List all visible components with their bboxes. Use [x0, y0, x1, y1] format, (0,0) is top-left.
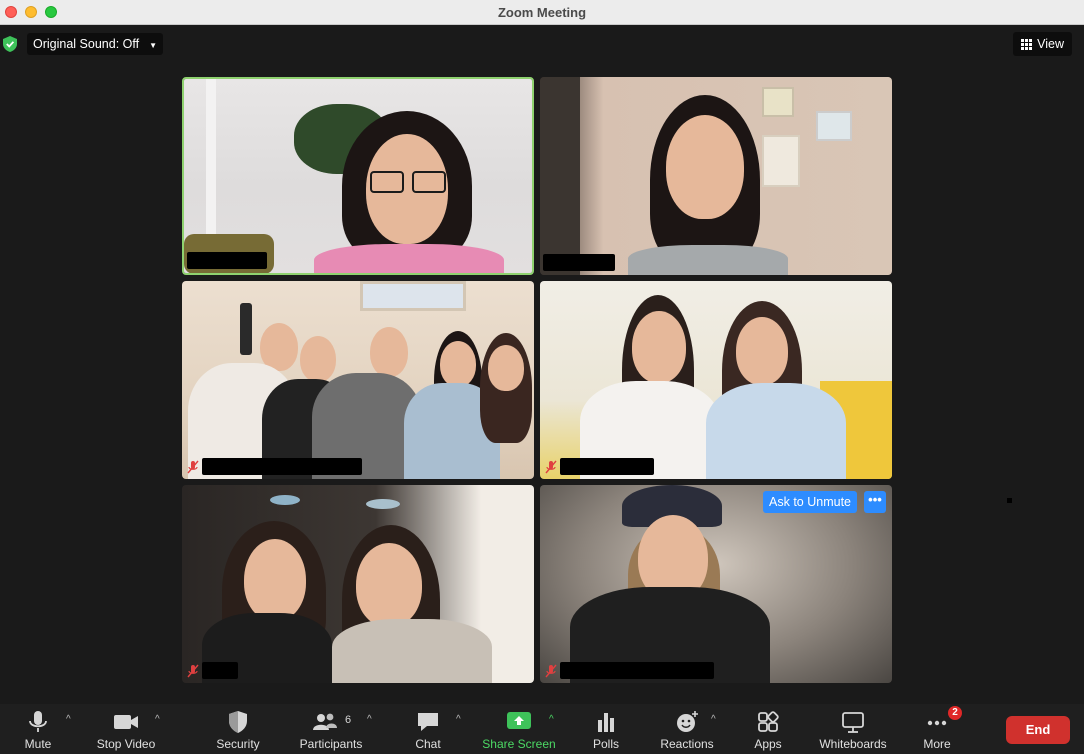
ceiling-light — [366, 499, 400, 509]
polls-bar-chart-icon — [598, 713, 614, 732]
video-tile-4[interactable] — [540, 281, 892, 479]
person-face — [370, 327, 408, 377]
speaker — [240, 303, 252, 355]
person-face — [440, 341, 476, 387]
person-face — [666, 115, 744, 219]
more-dots-icon — [927, 720, 947, 726]
original-sound-label: Original Sound: Off — [33, 37, 140, 51]
wall-picture — [816, 111, 852, 141]
audio-options-caret[interactable]: ^ — [66, 714, 71, 725]
reactions-button[interactable]: Reactions — [654, 704, 720, 754]
meeting-controls-toolbar: Mute ^ Stop Video ^ Security 6 Participa… — [0, 704, 1084, 754]
wall-picture — [360, 281, 466, 311]
encryption-shield-icon[interactable] — [3, 36, 17, 52]
wall-picture — [762, 87, 794, 117]
microphone-muted-icon — [545, 460, 557, 474]
security-label: Security — [216, 737, 260, 751]
person-face — [488, 345, 524, 391]
polls-button[interactable]: Polls — [584, 704, 628, 754]
end-meeting-button[interactable]: End — [1006, 716, 1070, 744]
apps-icon — [758, 711, 779, 732]
chat-button[interactable]: Chat — [404, 704, 452, 754]
video-tile-2[interactable] — [540, 77, 892, 275]
view-label: View — [1037, 37, 1064, 51]
participants-icon — [313, 713, 337, 730]
view-button[interactable]: View — [1013, 32, 1072, 56]
video-camera-icon — [114, 715, 138, 729]
person-glasses — [412, 171, 446, 193]
wall-picture — [762, 135, 800, 187]
more-label: More — [923, 737, 951, 751]
participant-name-redacted — [560, 458, 654, 475]
participants-options-caret[interactable]: ^ — [367, 714, 372, 725]
stop-video-label: Stop Video — [96, 737, 156, 751]
whiteboards-label: Whiteboards — [819, 737, 887, 751]
video-options-caret[interactable]: ^ — [155, 714, 160, 725]
ceiling-light — [270, 495, 300, 505]
more-button[interactable]: 2 More — [914, 704, 962, 754]
reactions-options-caret[interactable]: ^ — [711, 714, 716, 725]
participants-button[interactable]: 6 Participants — [294, 704, 368, 754]
mouse-cursor — [1007, 498, 1012, 503]
polls-label: Polls — [592, 737, 619, 751]
stop-video-button[interactable]: Stop Video — [90, 704, 162, 754]
share-screen-icon — [507, 712, 531, 729]
participant-name-redacted — [202, 662, 238, 679]
tile-more-options-button[interactable]: ••• — [864, 491, 886, 513]
reaction-smiley-icon — [677, 711, 698, 732]
ask-to-unmute-button[interactable]: Ask to Unmute — [763, 491, 857, 513]
participant-name-redacted — [560, 662, 714, 679]
window-title: Zoom Meeting — [497, 5, 587, 20]
whiteboard-icon — [842, 712, 864, 733]
participants-label: Participants — [299, 737, 363, 751]
person-face — [736, 317, 788, 385]
person-shirt — [706, 383, 846, 479]
apps-button[interactable]: Apps — [746, 704, 790, 754]
person-shirt — [628, 245, 788, 275]
person-face — [632, 311, 686, 383]
microphone-icon — [29, 711, 47, 732]
video-tile-1[interactable] — [182, 77, 534, 275]
notification-badge: 2 — [948, 706, 962, 720]
share-screen-label: Share Screen — [482, 737, 556, 751]
video-tile-5[interactable] — [182, 485, 534, 683]
chat-label: Chat — [415, 737, 441, 751]
original-sound-toggle[interactable]: Original Sound: Off ▼ — [27, 33, 164, 55]
microphone-muted-icon — [545, 664, 557, 678]
person-shirt — [314, 244, 504, 273]
participants-count: 6 — [345, 714, 352, 726]
mute-label: Mute — [24, 737, 52, 751]
microphone-muted-icon — [187, 460, 199, 474]
chevron-down-icon: ▼ — [149, 41, 158, 50]
participant-name-redacted — [202, 458, 362, 475]
shield-icon — [229, 711, 247, 733]
person-glasses — [370, 171, 404, 193]
person-shirt — [332, 619, 492, 683]
participant-name-redacted — [187, 252, 267, 269]
participant-name-redacted — [543, 254, 615, 271]
chat-options-caret[interactable]: ^ — [456, 714, 461, 725]
meeting-top-bar: Original Sound: Off ▼ View — [0, 26, 1084, 62]
grid-view-icon — [1021, 39, 1033, 50]
title-bar: Zoom Meeting — [0, 0, 1084, 25]
share-options-caret[interactable]: ^ — [549, 714, 554, 725]
share-screen-button[interactable]: Share Screen — [476, 704, 562, 754]
person-face — [300, 336, 336, 382]
video-tile-3[interactable] — [182, 281, 534, 479]
person-face — [356, 543, 422, 627]
zoom-window: Zoom Meeting Original Sound: Off ▼ View — [0, 0, 1084, 754]
mute-button[interactable]: Mute — [14, 704, 62, 754]
whiteboards-button[interactable]: Whiteboards — [812, 704, 894, 754]
shelf — [540, 77, 580, 275]
video-tile-6[interactable]: Ask to Unmute ••• — [540, 485, 892, 683]
chat-bubble-icon — [418, 713, 438, 731]
security-button[interactable]: Security — [208, 704, 268, 754]
reactions-label: Reactions — [660, 737, 714, 751]
person-face — [244, 539, 306, 621]
microphone-muted-icon — [187, 664, 199, 678]
apps-label: Apps — [754, 737, 782, 751]
